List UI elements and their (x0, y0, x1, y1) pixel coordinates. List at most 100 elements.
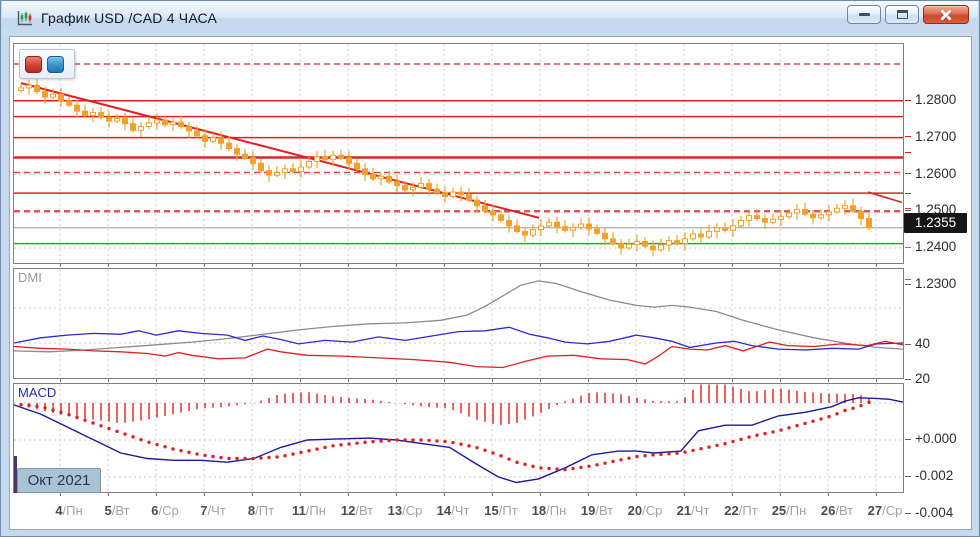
bottom-tick (876, 379, 877, 382)
bottom-tick (300, 493, 301, 496)
date-label: 14/Чт (436, 503, 470, 518)
bottom-tick (780, 493, 781, 496)
bottom-tick (156, 493, 157, 496)
level-tick (905, 173, 911, 175)
red-square-button[interactable] (25, 55, 42, 73)
bottom-tick (780, 379, 781, 382)
bottom-tick (588, 493, 589, 496)
price-axis-label: 1.2300 (915, 276, 957, 291)
date-label: 25/Пн (771, 503, 807, 518)
date-label: 21/Чт (676, 503, 710, 518)
level-tick (905, 152, 911, 154)
macd-axis-label: -0.004 (915, 505, 954, 520)
bottom-tick (828, 264, 829, 267)
bottom-tick (204, 493, 205, 496)
bottom-tick (396, 379, 397, 382)
title-bar[interactable]: График USD /CAD 4 ЧАСА (2, 1, 978, 35)
window-controls (847, 5, 969, 24)
close-button[interactable] (923, 5, 969, 24)
bottom-tick (108, 379, 109, 382)
level-tick (905, 192, 911, 194)
bottom-tick (108, 493, 109, 496)
close-icon (939, 8, 953, 22)
date-label: 8/Пт (247, 503, 275, 518)
bottom-tick (300, 264, 301, 267)
bottom-tick (444, 493, 445, 496)
bottom-tick (252, 493, 253, 496)
date-label: 15/Пт (484, 503, 518, 518)
bottom-tick (396, 493, 397, 496)
chart-client-area: DMI MACD Окт 2021 1.2800 1.2700 1.2600 1.25… (9, 36, 972, 530)
bottom-tick (492, 379, 493, 382)
bottom-tick (588, 264, 589, 267)
bottom-tick (876, 264, 877, 267)
date-label: 7/Чт (200, 503, 226, 518)
date-label: 26/Вт (820, 503, 854, 518)
bottom-tick (396, 264, 397, 267)
date-label: 20/Ср (627, 503, 663, 518)
bottom-tick (636, 493, 637, 496)
bottom-tick (684, 264, 685, 267)
price-chart-panel[interactable] (13, 43, 904, 264)
bottom-tick (348, 493, 349, 496)
date-label: 19/Вт (580, 503, 614, 518)
bottom-tick (876, 493, 877, 496)
macd-tick (905, 512, 911, 514)
price-tick (905, 209, 911, 211)
bottom-tick (348, 379, 349, 382)
price-axis-label: 1.2700 (915, 128, 957, 144)
bottom-tick (348, 264, 349, 267)
bottom-tick (684, 493, 685, 496)
bottom-tick (444, 379, 445, 382)
level-tick (905, 136, 911, 138)
bottom-tick (60, 493, 61, 496)
bottom-tick (60, 264, 61, 267)
date-label: 12/Вт (340, 503, 374, 518)
date-label: 22/Пт (724, 503, 758, 518)
maximize-icon (896, 10, 908, 19)
bottom-tick (732, 493, 733, 496)
candlestick-chart-icon (15, 9, 34, 28)
price-tick (905, 283, 911, 285)
bottom-tick (252, 379, 253, 382)
dmi-axis-label: 40 (915, 336, 931, 351)
price-axis-label: 1.2400 (915, 239, 957, 255)
bottom-tick (828, 379, 829, 382)
macd-canvas (14, 384, 903, 492)
bottom-tick (204, 379, 205, 382)
macd-tick (905, 438, 911, 440)
bottom-tick (156, 264, 157, 267)
dmi-panel[interactable]: DMI (13, 268, 904, 379)
date-label: 18/Пн (531, 503, 567, 518)
date-label: 5/Вт (104, 503, 130, 518)
current-price-tag: 1.2355 (904, 213, 967, 233)
bottom-tick (588, 379, 589, 382)
bottom-tick (780, 264, 781, 267)
macd-axis-label: -0.002 (915, 468, 954, 483)
price-chart-canvas (14, 44, 903, 263)
bottom-tick (636, 379, 637, 382)
bottom-tick (636, 264, 637, 267)
bottom-tick (444, 264, 445, 267)
date-label: 4/Пн (55, 503, 83, 518)
macd-tick (905, 475, 911, 477)
month-label: Окт 2021 (17, 468, 101, 493)
date-label: 27/Ср (867, 503, 903, 518)
bottom-tick (108, 264, 109, 267)
bottom-tick (540, 493, 541, 496)
dmi-canvas (14, 269, 903, 378)
maximize-button[interactable] (885, 5, 919, 24)
bottom-tick (156, 379, 157, 382)
minimize-button[interactable] (847, 5, 881, 24)
bottom-tick (540, 379, 541, 382)
chart-toolbar (19, 49, 75, 79)
chart-window: График USD /CAD 4 ЧАСА DMI MACD Окт 2021… (0, 0, 980, 537)
window-title: График USD /CAD 4 ЧАСА (41, 10, 218, 26)
macd-axis-label: +0.000 (915, 431, 957, 446)
bottom-tick (684, 379, 685, 382)
bottom-tick (540, 264, 541, 267)
macd-panel[interactable]: MACD (13, 383, 904, 493)
bottom-tick (732, 379, 733, 382)
dmi-tick (905, 378, 911, 380)
blue-square-button[interactable] (47, 55, 64, 73)
